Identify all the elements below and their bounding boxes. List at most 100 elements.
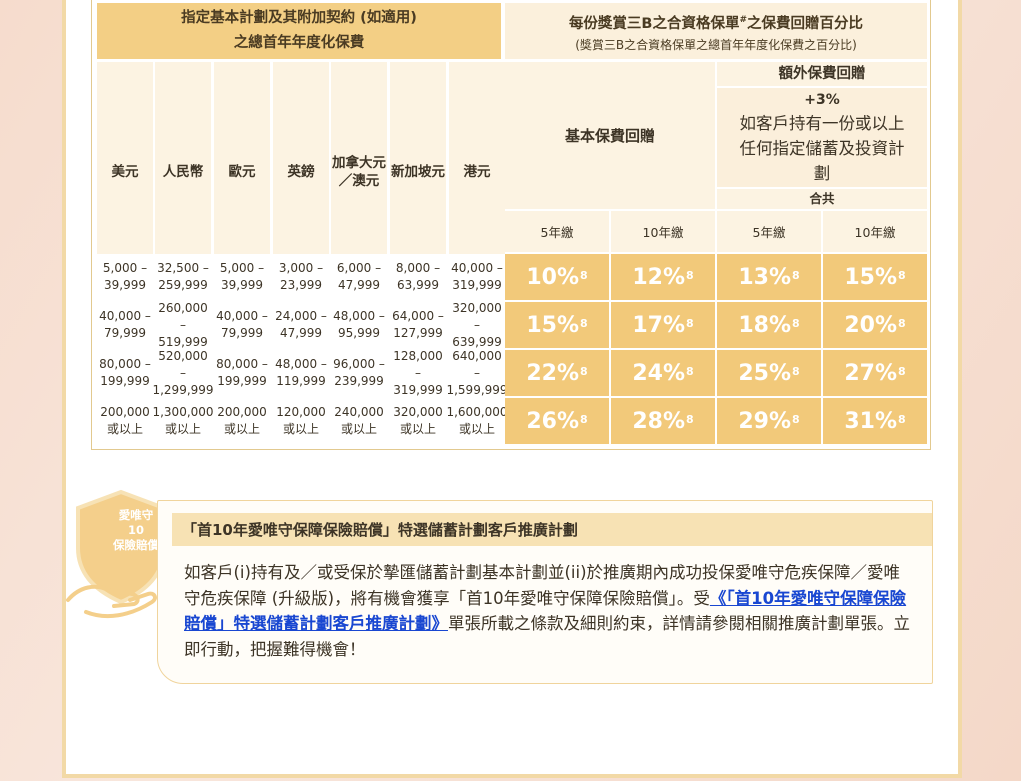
premium-range-cell: 3,000 – 23,999	[273, 254, 329, 300]
premium-range-text: 320,000 –	[452, 300, 502, 332]
rebate-rate-cell: 20% 8	[823, 302, 927, 348]
footnote-mark: 8	[792, 364, 800, 378]
rebate-rate-cell: 28% 8	[611, 398, 715, 444]
rebate-rate-text: 18%	[738, 312, 791, 338]
premium-range-cell: 5,000 – 39,999	[214, 254, 270, 300]
premium-range-cell: 320,000 –639,999	[449, 300, 505, 349]
premium-range-cell: 120,000 或以上	[273, 398, 329, 444]
footnote-mark: 8	[898, 364, 906, 378]
premium-range-text: 或以上	[399, 422, 436, 436]
premium-range-cell: 24,000 – 47,999	[273, 302, 329, 348]
rebate-header: 每份獎賞三B之合資格保單#之保費回贈百分比 (獎賞三B之合資格保單之總首年年度化…	[505, 3, 927, 59]
premium-range-text: 95,999	[338, 326, 380, 340]
rebate-rate-text: 10%	[526, 264, 579, 290]
rebate-rate-cell: 25% 8	[717, 350, 821, 396]
premium-range-text: 199,999	[217, 374, 267, 388]
rebate-rate-text: 25%	[738, 360, 791, 386]
premium-range-text: 1,299,999	[152, 382, 214, 397]
rebate-rate-cell: 24% 8	[611, 350, 715, 396]
premium-header: 指定基本計劃及其附加契約 (如適用) 之總首年年度化保費	[97, 3, 501, 59]
pay-term-header: 10年繳	[611, 211, 715, 252]
premium-range-cell: 640,000 – 1,599,999	[446, 348, 507, 397]
premium-range-text: 120,000	[276, 405, 326, 419]
premium-range-text: 40,000 –	[451, 261, 503, 275]
pay-term-header: 10年繳	[823, 211, 927, 252]
rebate-rate-text: 28%	[632, 408, 685, 434]
pay-term-header: 5年繳	[505, 211, 609, 252]
premium-range-text: 127,999	[393, 326, 443, 340]
rebate-rate-cell: 18% 8	[717, 302, 821, 348]
rebate-rate-text: 24%	[632, 360, 685, 386]
footnote-mark: 8	[580, 268, 588, 282]
rebate-rate-text: 31%	[844, 408, 897, 434]
premium-range-text: 79,999	[104, 326, 146, 340]
currency-header: 新加坡元	[390, 62, 446, 281]
premium-range-text: 640,000 –	[452, 348, 502, 380]
rebate-rate-cell: 29% 8	[717, 398, 821, 444]
premium-range-cell: 40,000 – 79,999	[97, 302, 153, 348]
rebate-header-title: 每份獎賞三B之合資格保單#之保費回贈百分比	[568, 14, 864, 32]
promo-text: 如客戶(i)持有及／或受保於摯匯儲蓄計劃基本計劃並(ii)於推廣期內成功投保愛唯…	[184, 563, 910, 659]
premium-range-text: 或以上	[106, 422, 143, 436]
premium-range-cell: 48,000 – 119,999	[273, 350, 329, 396]
premium-range-text: 或以上	[164, 422, 201, 436]
premium-rebate-table: 指定基本計劃及其附加契約 (如適用) 之總首年年度化保費 每份獎賞三B之合資格保…	[91, 0, 931, 450]
premium-range-text: 239,999	[334, 374, 384, 388]
premium-header-title: 指定基本計劃及其附加契約 (如適用)	[181, 10, 417, 26]
premium-range-text: 319,999	[452, 278, 502, 292]
premium-range-cell: 64,000 – 127,999	[390, 302, 446, 348]
premium-range-cell: 1,600,000 或以上	[446, 398, 508, 444]
premium-range-text: 1,300,000	[152, 405, 214, 419]
footnote-mark: 8	[580, 364, 588, 378]
premium-range-text: 或以上	[223, 422, 260, 436]
premium-range-text: 39,999	[221, 278, 263, 292]
pay-term-header: 5年繳	[717, 211, 821, 252]
premium-range-text: 8,000 –	[395, 261, 441, 275]
premium-range-text: 或以上	[458, 422, 495, 436]
footnote-mark: 8	[898, 316, 906, 330]
currency-header: 人民幣	[155, 62, 211, 281]
premium-range-text: 63,999	[397, 278, 439, 292]
premium-range-cell: 200,000 或以上	[97, 398, 153, 444]
premium-range-cell: 32,500 – 259,999	[155, 254, 211, 300]
premium-range-cell: 260,000 –519,999	[155, 301, 211, 349]
premium-range-text: 3,000 –	[278, 261, 324, 275]
rebate-rate-text: 12%	[632, 264, 685, 290]
promo-title: 「首10年愛唯守保障保險賠償」特選儲蓄計劃客戶推廣計劃	[172, 513, 932, 546]
footnote-mark: 8	[686, 268, 694, 282]
rebate-rate-cell: 26% 8	[505, 398, 609, 444]
premium-range-cell: 48,000 – 95,999	[331, 302, 387, 348]
footnote-mark: 8	[898, 268, 906, 282]
rebate-rate-cell: 17% 8	[611, 302, 715, 348]
premium-range-text: 6,000 –	[336, 261, 382, 275]
rebate-rate-text: 29%	[738, 408, 791, 434]
premium-range-text: 320,000	[393, 405, 443, 419]
currency-header: 加拿大元／澳元	[331, 62, 387, 281]
premium-range-text: 119,999	[276, 374, 326, 388]
currency-header: 港元	[449, 62, 505, 281]
footnote-mark: 8	[792, 316, 800, 330]
rebate-rate-text: 22%	[526, 360, 579, 386]
premium-range-text: 520,000 –	[158, 348, 208, 380]
footnote-mark: 8	[792, 412, 800, 426]
premium-range-cell: 240,000 或以上	[331, 398, 387, 444]
total-header: 合共	[717, 189, 927, 209]
premium-range-cell: 200,000 或以上	[214, 398, 270, 444]
premium-range-cell: 320,000 或以上	[390, 398, 446, 444]
footnote-mark: 8	[686, 412, 694, 426]
premium-range-cell: 128,000 – 319,999	[390, 349, 446, 397]
premium-range-text: 96,000 –	[333, 357, 385, 371]
premium-range-cell: 6,000 – 47,999	[331, 254, 387, 300]
rebate-rate-cell: 22% 8	[505, 350, 609, 396]
footnote-mark: 8	[792, 268, 800, 282]
premium-range-text: 48,000 –	[275, 357, 327, 371]
rebate-rate-cell: 15% 8	[823, 254, 927, 300]
premium-range-text: 23,999	[280, 278, 322, 292]
extra-rebate-plus: +3%	[804, 92, 840, 108]
extra-rebate-header: 額外保費回贈	[717, 62, 927, 86]
footnote-mark: 8	[580, 412, 588, 426]
rebate-rate-cell: 31% 8	[823, 398, 927, 444]
rebate-rate-text: 17%	[632, 312, 685, 338]
premium-range-cell: 40,000 – 319,999	[449, 254, 505, 300]
footnote-mark: 8	[580, 316, 588, 330]
